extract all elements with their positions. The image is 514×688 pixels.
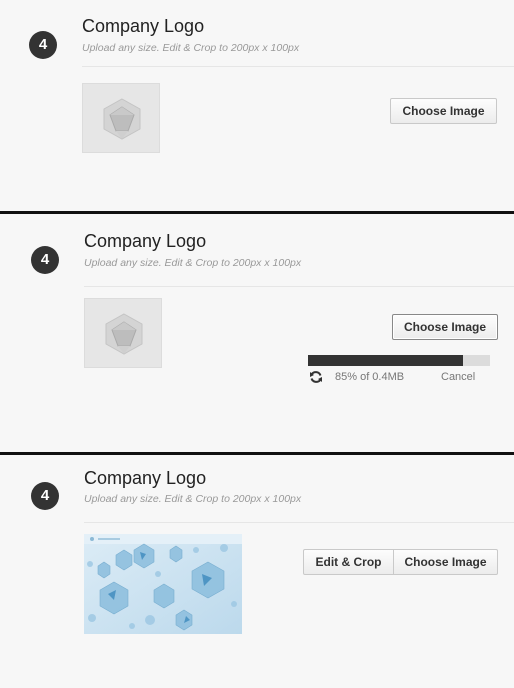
upload-progress-bar	[308, 355, 490, 366]
section-title: Company Logo	[84, 468, 207, 488]
polyhedron-placeholder-icon	[103, 98, 141, 140]
logo-placeholder	[84, 298, 162, 368]
section-title: Company Logo	[84, 231, 207, 251]
logo-panel-uploaded: 4 Company Logo Upload any size. Edit & C…	[0, 455, 514, 688]
choose-image-button[interactable]: Choose Image	[392, 314, 498, 340]
section-subtitle: Upload any size. Edit & Crop to 200px x …	[84, 493, 302, 505]
uploaded-logo-image	[84, 534, 242, 634]
section-divider	[82, 66, 514, 67]
choose-image-button[interactable]: Choose Image	[393, 549, 498, 575]
polyhedron-placeholder-icon	[105, 313, 143, 355]
sync-icon	[310, 371, 322, 383]
section-divider	[84, 522, 514, 523]
section-subtitle: Upload any size. Edit & Crop to 200px x …	[84, 257, 302, 269]
cancel-upload-link[interactable]: Cancel	[441, 371, 475, 383]
upload-status-text: 85% of 0.4MB	[335, 371, 405, 383]
step-number-badge: 4	[31, 482, 59, 510]
choose-image-button[interactable]: Choose Image	[390, 98, 497, 124]
upload-progress-fill	[308, 355, 463, 366]
logo-placeholder	[82, 83, 160, 153]
section-title: Company Logo	[82, 16, 205, 36]
logo-panel-empty: 4 Company Logo Upload any size. Edit & C…	[0, 0, 514, 211]
edit-crop-button[interactable]: Edit & Crop	[303, 549, 394, 575]
step-number-badge: 4	[31, 246, 59, 274]
section-subtitle: Upload any size. Edit & Crop to 200px x …	[82, 42, 300, 54]
step-number-badge: 4	[29, 31, 57, 59]
section-divider	[84, 286, 514, 287]
logo-panel-uploading: 4 Company Logo Upload any size. Edit & C…	[0, 214, 514, 452]
